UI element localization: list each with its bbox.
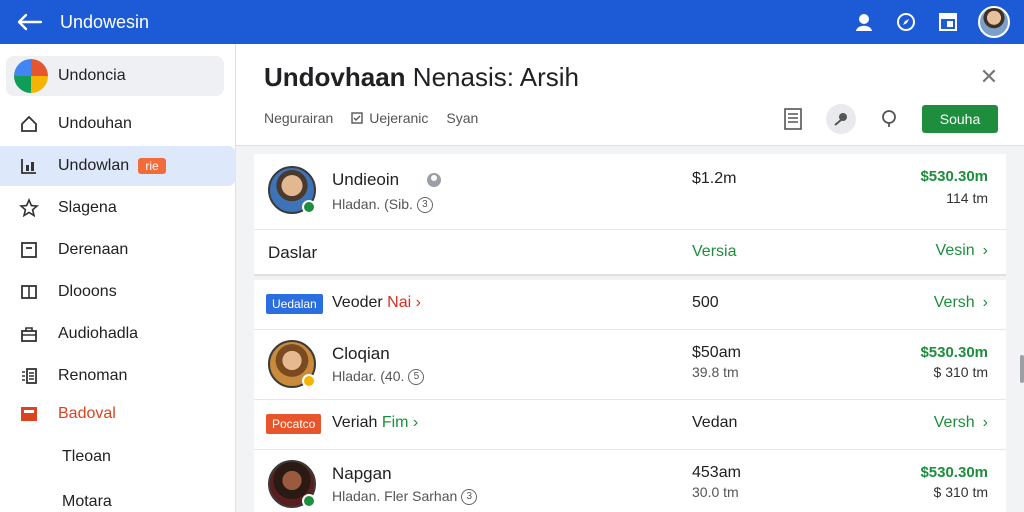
row-name: Napgan <box>332 464 392 483</box>
sidebar-item-flag[interactable]: Badoval <box>0 394 236 434</box>
sidebar-item-account[interactable]: Undoncia <box>6 56 224 96</box>
section-right-link[interactable]: Vesin › <box>936 242 988 260</box>
table-row[interactable]: Uedalan Veoder Nai › 500 Versh › <box>254 280 1006 330</box>
amount-sub: 39.8 tm <box>692 364 739 380</box>
section-row: Daslar Versia Vesin › <box>254 230 1006 276</box>
status-tag: Uedalan <box>266 294 323 314</box>
chevron-right-icon: › <box>982 294 988 311</box>
right-value: $530.30m <box>920 344 988 361</box>
compass-icon[interactable] <box>894 10 918 34</box>
avatar <box>268 340 316 388</box>
sidebar-item-label: Undowlan <box>58 157 130 174</box>
app-title: Undowesin <box>60 11 150 32</box>
chevron-right-icon: › <box>982 242 988 259</box>
chart-icon <box>18 155 40 177</box>
briefcase-icon <box>18 323 40 345</box>
sidebar-item-label: Slagena <box>58 199 117 216</box>
row-label[interactable]: Veoder Nai › <box>332 294 421 312</box>
amount: $50am <box>692 344 741 361</box>
sidebar-item-label: Undouhan <box>58 115 132 132</box>
page-title: Undovhaan Nenasis: Arsih <box>264 62 579 92</box>
box-icon <box>18 239 40 261</box>
avatar <box>268 460 316 508</box>
right-subvalue: $ 310 tm <box>933 484 988 500</box>
row-label[interactable]: Veriah Fim › <box>332 414 418 432</box>
sidebar-item-label: Dlooons <box>58 283 117 300</box>
sidebar-item-active[interactable]: Undowlan rie <box>0 146 236 186</box>
sidebar-item-label: Motara <box>62 493 112 510</box>
sidebar-item-label: Undoncia <box>58 67 126 84</box>
right-subvalue: $ 310 tm <box>933 364 988 380</box>
sidebar-item-box[interactable]: Derenaan <box>0 230 236 270</box>
sidebar-item-label: Renoman <box>58 367 128 384</box>
group-icon <box>427 173 441 187</box>
sidebar-item-briefcase[interactable]: Audiohadla <box>0 314 236 354</box>
row-name: Undieoin <box>332 170 400 189</box>
book-icon <box>18 281 40 303</box>
home-icon <box>18 113 40 135</box>
star-icon <box>18 197 40 219</box>
meta-item[interactable]: Uejeranic <box>351 110 428 126</box>
amount-sub: 30.0 tm <box>692 484 739 500</box>
status-tag: Pocatco <box>266 414 322 434</box>
meta-item[interactable]: Syan <box>446 110 478 126</box>
meta-row: Negurairan Uejeranic Syan <box>264 110 478 126</box>
main-content: Undovhaan Nenasis: Arsih ✕ Negurairan Ue… <box>236 44 1024 512</box>
scrollbar[interactable] <box>1020 355 1024 383</box>
person-icon[interactable] <box>852 10 876 34</box>
amount: 453am <box>692 464 741 481</box>
row-subtitle: Hladan. (Sib. 3 <box>332 196 433 214</box>
list-icon <box>18 365 40 387</box>
table-row[interactable]: Undieoin Hladan. (Sib. 3 $1.2m $530.30m 1… <box>254 154 1006 230</box>
chevron-right-icon: › <box>982 414 988 431</box>
row-subtitle: Hladar. (40. 5 <box>332 368 425 386</box>
page-header: Undovhaan Nenasis: Arsih ✕ Negurairan Ue… <box>236 44 1024 146</box>
table-row[interactable]: Cloqian Hladar. (40. 5 $50am 39.8 tm $530… <box>254 330 1006 400</box>
row-subtitle: Hladan. Fler Sarhan 3 <box>332 488 478 506</box>
back-arrow-icon[interactable] <box>0 0 60 44</box>
row-link[interactable]: Versh › <box>934 414 988 432</box>
sidebar: Undoncia Undouhan Undowlan rie Slagena D… <box>0 44 236 512</box>
sidebar-item-label: Tleoan <box>62 448 111 465</box>
top-app-bar: Undowesin <box>0 0 1024 44</box>
sidebar-badge: rie <box>138 158 166 174</box>
sidebar-item-star[interactable]: Slagena <box>0 188 236 228</box>
sidebar-subitem[interactable]: Tleoan <box>0 437 236 477</box>
window-icon[interactable] <box>936 10 960 34</box>
row-name: Cloqian <box>332 344 390 363</box>
sidebar-item-list[interactable]: Renoman <box>0 356 236 396</box>
section-label: Daslar <box>268 243 318 262</box>
right-value: $530.30m <box>920 464 988 481</box>
section-link[interactable]: Versia <box>692 243 736 261</box>
right-subvalue: 114 tm <box>946 190 988 206</box>
amount: Vedan <box>692 414 738 431</box>
amount: $1.2m <box>692 170 737 187</box>
pin-icon[interactable] <box>826 104 856 134</box>
primary-button[interactable]: Souha <box>922 105 998 133</box>
table-row[interactable]: Napgan Hladan. Fler Sarhan 3 453am 30.0 t… <box>254 450 1006 512</box>
sidebar-item-label: Badoval <box>58 405 116 422</box>
amount: 500 <box>692 294 719 311</box>
toolbar: Souha <box>778 104 998 134</box>
app-logo-icon <box>14 59 48 93</box>
sidebar-item-label: Derenaan <box>58 241 129 258</box>
close-icon[interactable]: ✕ <box>978 64 1000 89</box>
document-icon[interactable] <box>778 104 808 134</box>
user-avatar[interactable] <box>978 6 1010 38</box>
right-value: $530.30m <box>920 168 988 185</box>
sidebar-item-home[interactable]: Undouhan <box>0 104 236 144</box>
row-link[interactable]: Versh › <box>934 294 988 312</box>
sidebar-item-label: Audiohadla <box>58 325 139 342</box>
search-icon[interactable] <box>874 104 904 134</box>
avatar <box>268 166 316 214</box>
sidebar-item-book[interactable]: Dlooons <box>0 272 236 312</box>
meta-item[interactable]: Negurairan <box>264 110 333 126</box>
checkbox-icon <box>351 112 363 124</box>
table-row[interactable]: Pocatco Veriah Fim › Vedan Versh › <box>254 400 1006 450</box>
flag-icon <box>18 403 40 425</box>
sidebar-subitem[interactable]: Motara <box>0 482 236 512</box>
